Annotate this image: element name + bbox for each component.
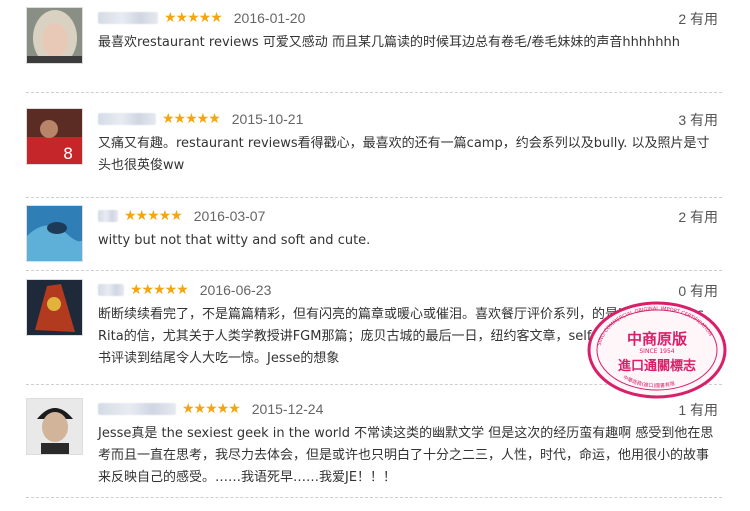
helpful-count[interactable]: 2 有用 xyxy=(678,9,718,29)
avatar[interactable]: 8 xyxy=(26,108,83,165)
review-text: 又痛又有趣。restaurant reviews看得戳心，最喜欢的还有一篇cam… xyxy=(98,136,710,173)
helpful-count[interactable]: 2 有用 xyxy=(678,207,718,227)
review-item: ★★★★★ 2015-12-24 1 有用 Jesse真是 the sexies… xyxy=(26,398,722,498)
stamp-line2: 進口通關標志 xyxy=(618,358,696,374)
review-date: 2015-10-21 xyxy=(231,111,304,127)
star-rating: ★★★★★ xyxy=(164,10,223,26)
avatar[interactable] xyxy=(26,7,83,64)
review-item: 8 ★★★★★ 2015-10-21 3 有用 又痛又有趣。restaurant… xyxy=(26,108,722,198)
stamp-since: SINCE 1954 xyxy=(639,348,674,355)
review-item: ★★★★★ 2016-01-20 2 有用 最喜欢restaurant revi… xyxy=(26,7,722,93)
username-blurred[interactable] xyxy=(98,284,124,296)
review-text: witty but not that witty and soft and cu… xyxy=(98,233,371,248)
star-rating: ★★★★★ xyxy=(124,208,183,224)
review-text: Jesse真是 the sexiest geek in the world 不常… xyxy=(98,426,714,485)
helpful-count[interactable]: 3 有用 xyxy=(678,110,718,130)
stamp-line1: 中商原版 xyxy=(627,330,687,348)
username-blurred[interactable] xyxy=(98,113,156,125)
username-blurred[interactable] xyxy=(98,210,118,222)
review-date: 2016-01-20 xyxy=(233,10,306,26)
svg-text:8: 8 xyxy=(63,144,73,163)
avatar[interactable] xyxy=(26,279,83,336)
star-rating: ★★★★★ xyxy=(182,401,241,417)
review-list: ★★★★★ 2016-01-20 2 有用 最喜欢restaurant revi… xyxy=(0,0,750,511)
avatar[interactable] xyxy=(26,398,83,455)
avatar[interactable] xyxy=(26,205,83,262)
review-date: 2016-03-07 xyxy=(193,208,266,224)
review-item: ★★★★★ 2016-03-07 2 有用 witty but not that… xyxy=(26,205,722,271)
helpful-count[interactable]: 0 有用 xyxy=(678,281,718,301)
helpful-count[interactable]: 1 有用 xyxy=(678,400,718,420)
username-blurred[interactable] xyxy=(98,12,158,24)
review-text: 最喜欢restaurant reviews 可爱又感动 而且某几篇读的时候耳边总… xyxy=(98,35,680,50)
star-rating: ★★★★★ xyxy=(162,111,221,127)
star-rating: ★★★★★ xyxy=(130,282,189,298)
import-certification-stamp: SINO-COMMERCIAL ORIGINAL IMPORT CERTIFIC… xyxy=(587,301,727,399)
review-date: 2015-12-24 xyxy=(251,401,324,417)
username-blurred[interactable] xyxy=(98,403,176,415)
review-date: 2016-06-23 xyxy=(199,282,272,298)
